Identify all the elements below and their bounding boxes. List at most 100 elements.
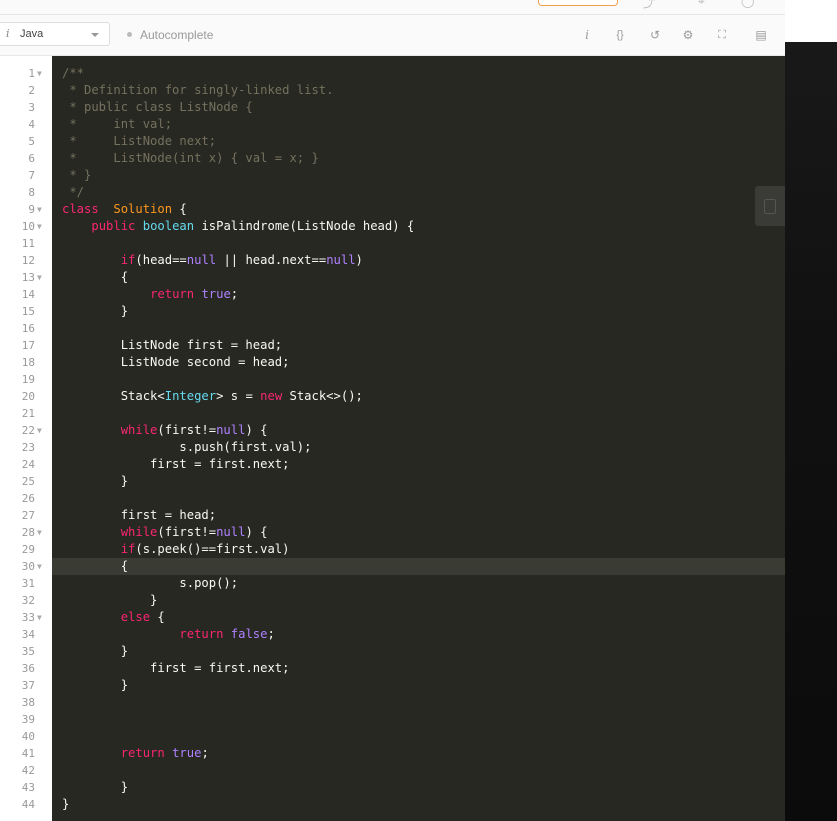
code-line[interactable]: 34 return false; — [0, 626, 785, 643]
code-line[interactable]: 11 — [0, 235, 785, 252]
code-text: while(first!=null) { — [52, 524, 785, 541]
code-line[interactable]: 3 * public class ListNode { — [0, 99, 785, 116]
line-number: 39 — [0, 711, 35, 728]
code-line[interactable]: 31 s.pop(); — [0, 575, 785, 592]
line-number: 36 — [0, 660, 35, 677]
fold-arrow-icon[interactable]: ▼ — [37, 269, 42, 286]
code-line[interactable]: 21 — [0, 405, 785, 422]
fold-arrow-icon[interactable]: ▼ — [37, 422, 42, 439]
code-line[interactable]: 7 * } — [0, 167, 785, 184]
code-text: */ — [52, 184, 785, 201]
code-line[interactable]: 29 if(s.peek()==first.val) — [0, 541, 785, 558]
code-line[interactable]: 30▼ { — [0, 558, 785, 575]
code-text — [52, 762, 785, 779]
code-line[interactable]: 36 first = first.next; — [0, 660, 785, 677]
code-line[interactable]: 28▼ while(first!=null) { — [0, 524, 785, 541]
code-line[interactable]: 20 Stack<Integer> s = new Stack<>(); — [0, 388, 785, 405]
code-line[interactable]: 6 * ListNode(int x) { val = x; } — [0, 150, 785, 167]
code-token: boolean — [143, 219, 194, 233]
code-text: } — [52, 677, 785, 694]
code-line[interactable]: 12 if(head==null || head.next==null) — [0, 252, 785, 269]
code-line[interactable]: 4 * int val; — [0, 116, 785, 133]
code-line[interactable]: 43 } — [0, 779, 785, 796]
code-token — [62, 746, 121, 760]
code-line[interactable]: 44} — [0, 796, 785, 813]
code-line[interactable]: 1▼/** — [0, 65, 785, 82]
code-line[interactable]: 35 } — [0, 643, 785, 660]
copy-icon — [764, 199, 776, 214]
code-text: { — [52, 558, 785, 575]
code-line[interactable]: 10▼ public boolean isPalindrome(ListNode… — [0, 218, 785, 235]
code-text: first = head; — [52, 507, 785, 524]
code-line[interactable]: 23 s.push(first.val); — [0, 439, 785, 456]
fullscreen-icon[interactable]: ⛶ — [713, 26, 731, 44]
code-line[interactable]: 25 } — [0, 473, 785, 490]
top-action-button[interactable] — [538, 0, 618, 6]
code-line[interactable]: 16 — [0, 320, 785, 337]
code-token: null — [187, 253, 216, 267]
code-line[interactable]: 37 } — [0, 677, 785, 694]
code-line[interactable]: 41 return true; — [0, 745, 785, 762]
line-number: 23 — [0, 439, 35, 456]
code-text: Stack<Integer> s = new Stack<>(); — [52, 388, 785, 405]
fold-arrow-icon[interactable]: ▼ — [37, 65, 42, 82]
autocomplete-toggle[interactable]: Autocomplete — [127, 28, 213, 42]
code-token: > s = — [216, 389, 260, 403]
code-line[interactable]: 19 — [0, 371, 785, 388]
code-token: } — [62, 644, 128, 658]
line-number: 14 — [0, 286, 35, 303]
code-line[interactable]: 38 — [0, 694, 785, 711]
code-text: } — [52, 303, 785, 320]
top-share-icon[interactable]: ⤴ — [643, 0, 655, 11]
code-line[interactable]: 32 } — [0, 592, 785, 609]
code-token: { — [150, 610, 165, 624]
fold-arrow-icon[interactable]: ▼ — [37, 201, 42, 218]
language-select[interactable]: i Java — [0, 22, 110, 46]
top-pin-icon[interactable]: ⌖ — [698, 0, 705, 9]
code-line[interactable]: 26 — [0, 490, 785, 507]
fold-arrow-icon[interactable]: ▼ — [37, 558, 42, 575]
code-line[interactable]: 5 * ListNode next; — [0, 133, 785, 150]
code-line[interactable]: 13▼ { — [0, 269, 785, 286]
code-line[interactable]: 14 return true; — [0, 286, 785, 303]
line-number: 26 — [0, 490, 35, 507]
code-editor[interactable]: 1▼/**2 * Definition for singly-linked li… — [0, 56, 785, 821]
code-line[interactable]: 42 — [0, 762, 785, 779]
fold-arrow-icon[interactable]: ▼ — [37, 218, 42, 235]
code-token — [62, 287, 150, 301]
code-line[interactable]: 24 first = first.next; — [0, 456, 785, 473]
autocomplete-dot-icon — [127, 32, 132, 37]
panel-icon[interactable]: ▤ — [752, 26, 770, 44]
code-text: public boolean isPalindrome(ListNode hea… — [52, 218, 785, 235]
side-panel-toggle[interactable] — [755, 186, 785, 226]
line-number: 24 — [0, 456, 35, 473]
code-token — [62, 525, 121, 539]
code-token: * } — [62, 168, 91, 182]
code-line[interactable]: 39 — [0, 711, 785, 728]
fold-arrow-icon[interactable]: ▼ — [37, 524, 42, 541]
braces-icon[interactable]: {} — [611, 26, 629, 44]
code-token: first = first.next; — [62, 457, 289, 471]
code-line[interactable]: 40 — [0, 728, 785, 745]
line-number: 31 — [0, 575, 35, 592]
line-number: 12 — [0, 252, 35, 269]
code-token: s.pop(); — [62, 576, 238, 590]
code-line[interactable]: 2 * Definition for singly-linked list. — [0, 82, 785, 99]
code-line[interactable]: 18 ListNode second = head; — [0, 354, 785, 371]
code-line[interactable]: 9▼class Solution { — [0, 201, 785, 218]
fold-arrow-icon[interactable]: ▼ — [37, 609, 42, 626]
settings-icon[interactable]: ⚙ — [679, 26, 697, 44]
info-icon[interactable]: i — [578, 26, 596, 44]
top-help-icon[interactable]: ◯ — [741, 0, 754, 8]
line-number: 13 — [0, 269, 35, 286]
code-line[interactable]: 15 } — [0, 303, 785, 320]
code-line[interactable]: 22▼ while(first!=null) { — [0, 422, 785, 439]
code-line[interactable]: 17 ListNode first = head; — [0, 337, 785, 354]
code-line[interactable]: 27 first = head; — [0, 507, 785, 524]
code-token: /** — [62, 66, 84, 80]
code-line[interactable]: 33▼ else { — [0, 609, 785, 626]
code-text: while(first!=null) { — [52, 422, 785, 439]
reset-icon[interactable]: ↺ — [646, 26, 664, 44]
code-line[interactable]: 8 */ — [0, 184, 785, 201]
code-token: } — [62, 797, 69, 811]
